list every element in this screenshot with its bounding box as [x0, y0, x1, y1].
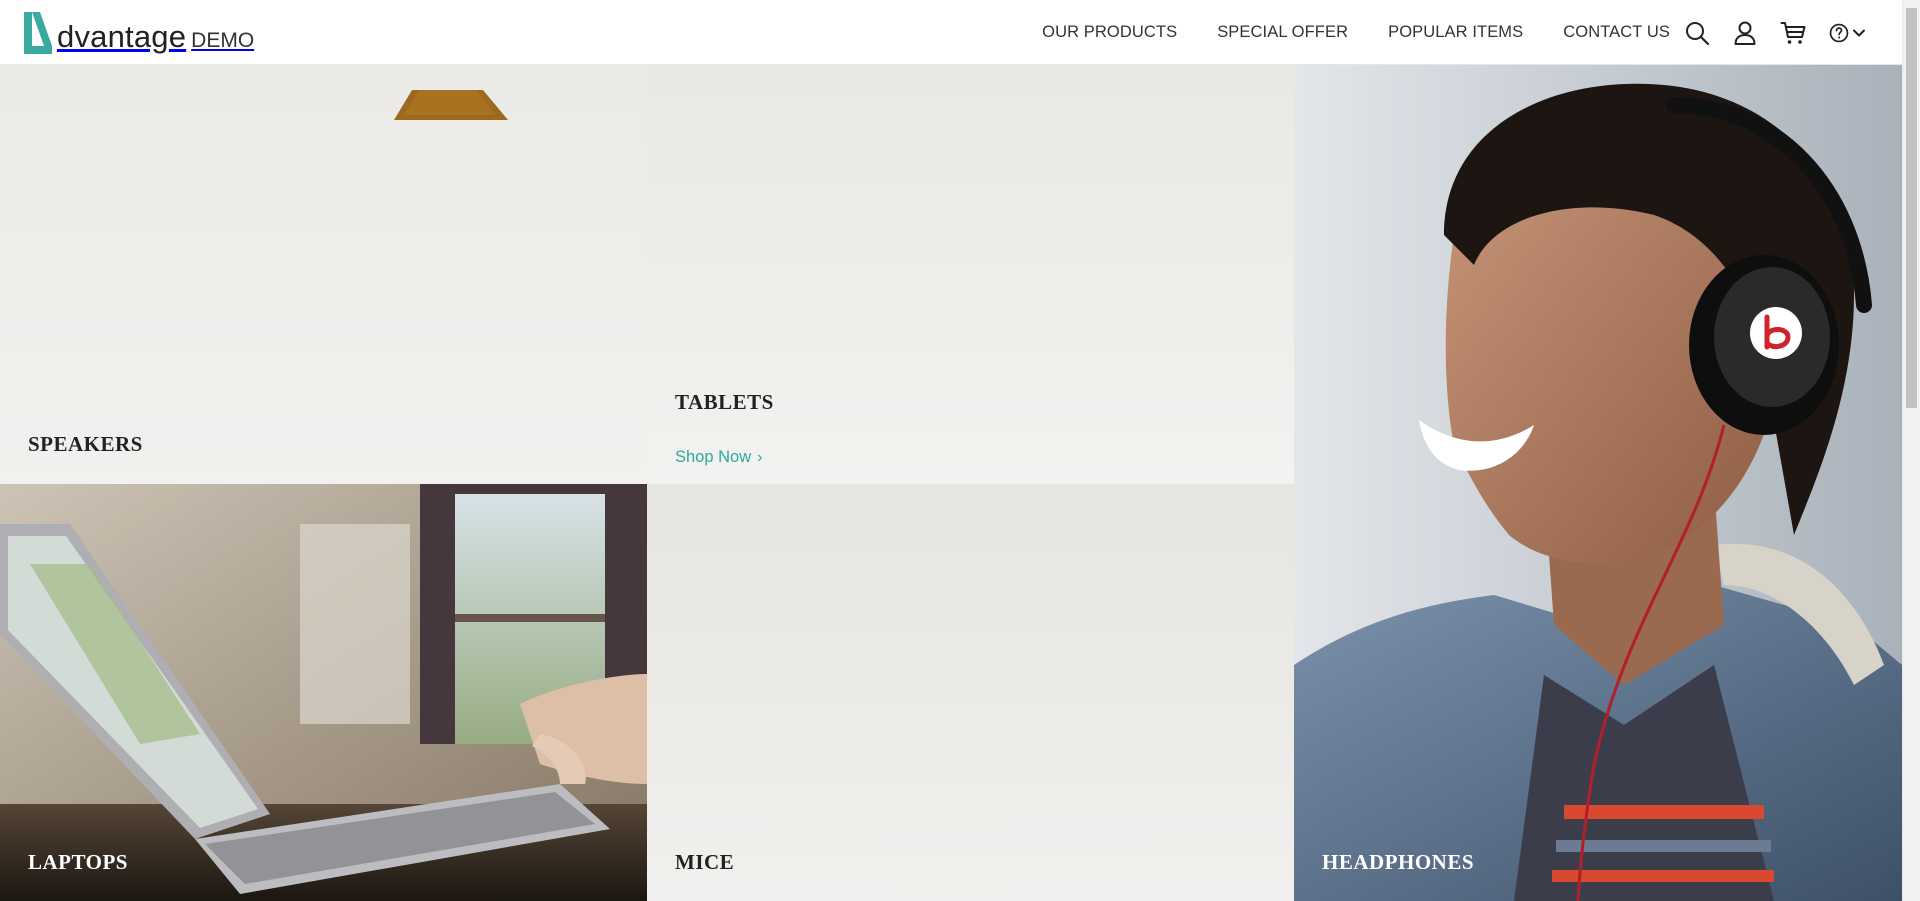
category-tile-headphones[interactable]: HEADPHONES — [1294, 65, 1902, 901]
logo[interactable]: dvantage DEMO — [22, 10, 254, 56]
category-tile-tablets[interactable]: TABLETS Shop Now › — [647, 65, 1294, 484]
speaker-image — [394, 90, 508, 120]
cart-icon — [1780, 21, 1806, 44]
category-tile-speakers[interactable]: SPEAKERS — [0, 65, 647, 484]
cart-button[interactable] — [1780, 20, 1806, 46]
nav-our-products[interactable]: OUR PRODUCTS — [1042, 23, 1177, 42]
logo-word: dvantage — [57, 19, 187, 54]
headphones-lifestyle-image — [1294, 65, 1902, 901]
category-title-headphones: HEADPHONES — [1322, 850, 1475, 874]
shop-now-label: Shop Now — [675, 448, 752, 466]
header-icons — [1662, 0, 1866, 65]
shop-now-link[interactable]: Shop Now › — [675, 448, 762, 467]
chevron-right-icon: › — [757, 448, 763, 466]
nav-popular-items[interactable]: POPULAR ITEMS — [1388, 23, 1523, 42]
category-tile-laptops[interactable]: LAPTOPS — [0, 484, 647, 901]
chevron-down-icon — [1853, 29, 1865, 36]
user-icon — [1734, 21, 1756, 45]
user-menu-button[interactable] — [1732, 20, 1758, 46]
main-nav: OUR PRODUCTS SPECIAL OFFER POPULAR ITEMS… — [1042, 0, 1670, 65]
help-menu-button[interactable] — [1828, 22, 1866, 44]
nav-contact-us[interactable]: CONTACT US — [1563, 23, 1670, 42]
logo-suffix: DEMO — [191, 29, 255, 52]
logo-mark-icon — [24, 12, 52, 54]
help-icon — [1829, 23, 1849, 42]
nav-special-offer[interactable]: SPECIAL OFFER — [1217, 23, 1348, 42]
search-icon — [1686, 21, 1710, 45]
page-scrollbar[interactable] — [1902, 0, 1920, 901]
search-button[interactable] — [1684, 20, 1710, 46]
laptop-lifestyle-image — [0, 484, 647, 901]
category-title-tablets: TABLETS — [675, 390, 774, 414]
site-header: dvantage DEMO OUR PRODUCTS SPECIAL OFFER… — [0, 0, 1902, 65]
category-title-mice: MICE — [675, 850, 735, 874]
category-title-laptops: LAPTOPS — [28, 850, 128, 874]
category-title-speakers: SPEAKERS — [28, 432, 143, 456]
scrollbar-thumb[interactable] — [1906, 8, 1917, 408]
category-tile-mice[interactable]: MICE — [647, 484, 1294, 901]
